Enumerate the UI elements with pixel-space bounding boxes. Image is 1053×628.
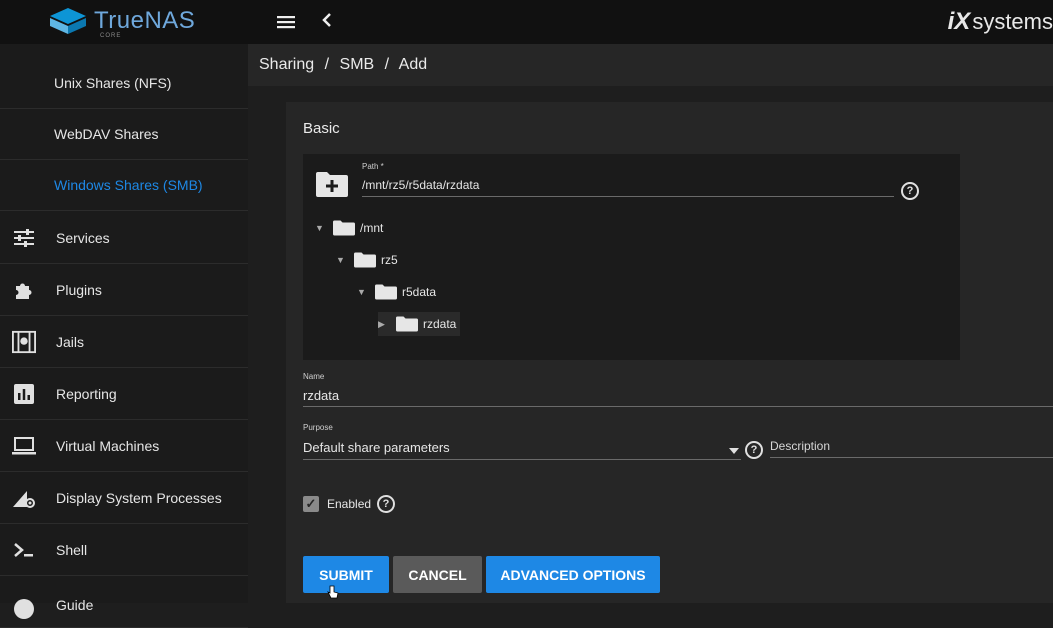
sidebar-item-label: Reporting	[56, 386, 117, 402]
smb-add-form: Basic Path * /mnt/rz5/r5data/rzdata ? ▼ …	[286, 102, 1053, 603]
truenas-logo-icon	[50, 8, 86, 34]
purpose-underline	[303, 459, 741, 460]
sidebar-item-label: Unix Shares (NFS)	[54, 75, 172, 91]
folder-icon	[333, 220, 355, 236]
tree-node-label: r5data	[402, 285, 437, 299]
tree-node-mnt[interactable]: ▼ /mnt	[315, 220, 383, 236]
purpose-select[interactable]: Default share parameters	[303, 440, 450, 455]
truenas-logo[interactable]: TrueNAS CORE	[48, 6, 196, 39]
folder-icon	[354, 252, 376, 268]
breadcrumb-separator: /	[384, 56, 390, 73]
breadcrumb-bar: Sharing / SMB / Add	[248, 44, 1053, 86]
path-label: Path *	[362, 162, 384, 171]
sidebar-item-label: WebDAV Shares	[54, 126, 159, 142]
back-chevron-icon[interactable]	[320, 10, 334, 36]
top-bar: TrueNAS CORE iX systems	[0, 0, 1053, 44]
sidebar-item-label: Services	[56, 230, 110, 246]
purpose-label: Purpose	[303, 423, 333, 432]
sidebar-item-label: Display System Processes	[56, 490, 222, 506]
processes-icon	[12, 486, 36, 510]
logo-subtitle: CORE	[100, 33, 122, 39]
breadcrumb-add: Add	[398, 56, 428, 73]
description-underline	[770, 457, 1053, 458]
sidebar-item-jails[interactable]: Jails	[0, 317, 248, 368]
caret-right-icon[interactable]: ▶	[378, 319, 390, 330]
folder-icon	[375, 284, 397, 300]
caret-down-icon[interactable]: ▼	[357, 287, 369, 297]
caret-down-icon[interactable]: ▼	[336, 255, 348, 265]
tree-node-rz5[interactable]: ▼ rz5	[336, 252, 398, 268]
enabled-checkbox[interactable]: ✓	[303, 496, 319, 512]
tree-node-rzdata[interactable]: ▶ rzdata	[378, 312, 461, 336]
menu-toggle-icon[interactable]	[276, 12, 296, 32]
tree-node-r5data[interactable]: ▼ r5data	[357, 284, 436, 300]
breadcrumb: Sharing / SMB / Add	[259, 56, 427, 74]
sidebar-item-label: Windows Shares (SMB)	[54, 177, 203, 193]
jail-icon	[12, 330, 36, 354]
terminal-icon	[12, 538, 36, 562]
enabled-label: Enabled	[327, 497, 372, 511]
sidebar-item-shell[interactable]: Shell	[0, 525, 248, 576]
brand-ix: iX	[947, 8, 971, 35]
name-underline	[303, 406, 1053, 407]
sidebar-item-label: Shell	[56, 542, 88, 558]
sidebar-item-processes[interactable]: Display System Processes	[0, 473, 248, 524]
ixsystems-logo: iX systems	[948, 8, 1053, 36]
path-explorer: Path * /mnt/rz5/r5data/rzdata ? ▼ /mnt ▼…	[303, 154, 960, 360]
chart-icon	[12, 382, 36, 406]
folder-icon	[396, 316, 418, 332]
tree-node-label: rz5	[381, 253, 398, 267]
breadcrumb-sharing[interactable]: Sharing	[259, 56, 314, 73]
enabled-help-icon[interactable]: ?	[377, 495, 395, 513]
path-input[interactable]: /mnt/rz5/r5data/rzdata	[362, 178, 479, 192]
sidebar-item-label: Jails	[56, 334, 85, 350]
create-folder-icon[interactable]	[315, 170, 349, 198]
tree-node-label: /mnt	[360, 221, 384, 235]
logo-text: TrueNAS	[94, 7, 196, 34]
sidebar-item-label: Guide	[56, 597, 94, 613]
puzzle-icon	[12, 278, 36, 302]
mouse-cursor-icon	[327, 585, 339, 599]
sidebar-item-label: Virtual Machines	[56, 438, 160, 454]
name-input[interactable]: rzdata	[303, 388, 339, 403]
sidebar-item-reporting[interactable]: Reporting	[0, 369, 248, 420]
sidebar-item-label: Plugins	[56, 282, 102, 298]
sidebar-item-webdav[interactable]: WebDAV Shares	[0, 109, 248, 160]
sidebar-item-plugins[interactable]: Plugins	[0, 265, 248, 316]
main-content: Basic Path * /mnt/rz5/r5data/rzdata ? ▼ …	[248, 86, 1053, 603]
path-help-icon[interactable]: ?	[901, 182, 919, 200]
sidebar-item-vms[interactable]: Virtual Machines	[0, 421, 248, 472]
sidebar-item-nfs[interactable]: Unix Shares (NFS)	[0, 58, 248, 109]
brand-systems: systems	[972, 9, 1053, 34]
description-input[interactable]: Description	[770, 439, 830, 453]
cancel-button[interactable]: CANCEL	[393, 556, 482, 593]
laptop-icon	[12, 434, 36, 458]
name-label: Name	[303, 372, 325, 381]
purpose-help-icon[interactable]: ?	[745, 441, 763, 459]
tune-icon	[12, 226, 36, 250]
tree-node-label: rzdata	[423, 317, 457, 331]
dropdown-arrow-icon[interactable]	[729, 442, 739, 460]
section-title: Basic	[303, 120, 340, 137]
submit-button[interactable]: SUBMIT	[303, 556, 389, 593]
path-underline	[362, 196, 894, 197]
sidebar: Unix Shares (NFS) WebDAV Shares Windows …	[0, 44, 248, 628]
caret-down-icon[interactable]: ▼	[315, 223, 327, 233]
info-icon	[12, 597, 36, 621]
sidebar-item-services[interactable]: Services	[0, 213, 248, 264]
breadcrumb-smb[interactable]: SMB	[340, 56, 375, 73]
advanced-options-button[interactable]: ADVANCED OPTIONS	[486, 556, 660, 593]
sidebar-item-smb[interactable]: Windows Shares (SMB)	[0, 160, 248, 211]
breadcrumb-separator: /	[324, 56, 330, 73]
